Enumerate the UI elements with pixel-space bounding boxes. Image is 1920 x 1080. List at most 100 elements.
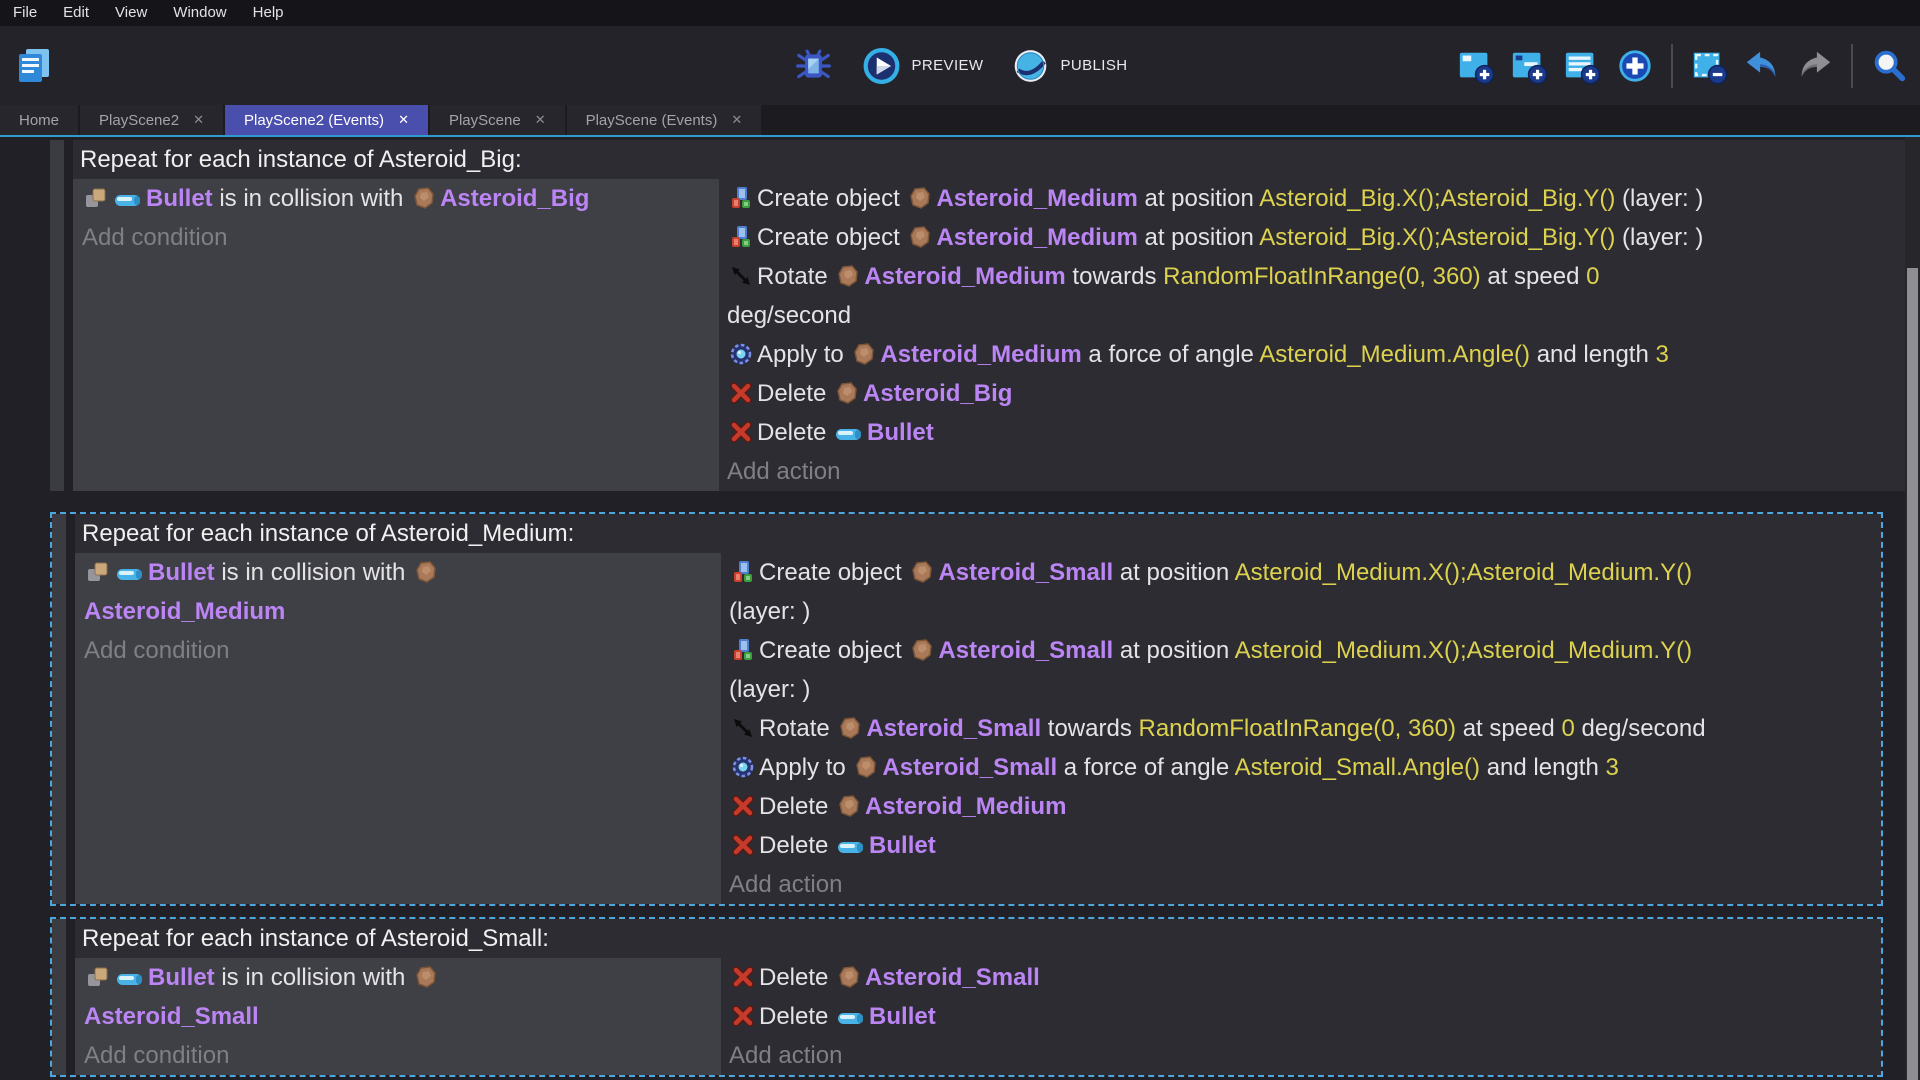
scrollbar-thumb[interactable] [1907, 268, 1918, 1080]
expression-value: Asteroid_Medium.X();Asteroid_Medium.Y() [1235, 559, 1693, 586]
main-toolbar: PREVIEW PUBLISH [0, 26, 1920, 105]
publish-label: PUBLISH [1060, 57, 1127, 74]
action-row[interactable]: (layer: ) [729, 592, 1881, 631]
add-action-button[interactable]: Add action [729, 865, 1881, 904]
asteroid-icon [910, 638, 934, 662]
preview-label: PREVIEW [912, 57, 984, 74]
publish-button[interactable]: PUBLISH [1009, 45, 1127, 87]
action-row[interactable]: Create object Asteroid_Medium at positio… [727, 179, 1905, 218]
add-action-button[interactable]: Add action [727, 452, 1905, 491]
menu-edit[interactable]: Edit [50, 0, 102, 26]
tab-close-icon[interactable]: ✕ [731, 112, 742, 128]
instruction-text: Create object [757, 224, 906, 251]
add-event-button[interactable] [1455, 45, 1497, 87]
add-condition-button[interactable]: Add condition [84, 1036, 721, 1075]
add-condition-button[interactable]: Add condition [84, 631, 721, 670]
bullet-icon [114, 192, 142, 208]
menu-file[interactable]: File [0, 0, 50, 26]
tab-label: PlayScene (Events) [586, 112, 718, 129]
object-name: Asteroid_Small [84, 1003, 259, 1030]
action-row[interactable]: Apply to Asteroid_Medium a force of angl… [727, 335, 1905, 374]
action-row[interactable]: Create object Asteroid_Small at position… [729, 631, 1881, 670]
debug-button[interactable] [793, 45, 835, 87]
action-row[interactable]: Apply to Asteroid_Small a force of angle… [729, 748, 1881, 787]
object-name: Asteroid_Big [440, 185, 589, 212]
tab-playscene2-events-[interactable]: PlayScene2 (Events)✕ [225, 105, 428, 135]
conditions-panel: Bullet is in collision with Asteroid_Sma… [75, 958, 721, 1075]
action-row[interactable]: Delete Bullet [727, 413, 1905, 452]
event-repeat-asteroid-medium[interactable]: Repeat for each instance of Asteroid_Med… [50, 512, 1883, 906]
tab-playscene2[interactable]: PlayScene2✕ [80, 105, 223, 135]
action-row[interactable]: deg/second [727, 296, 1905, 335]
delete-icon [731, 833, 755, 857]
asteroid-icon [837, 794, 861, 818]
add-subevent-button[interactable] [1508, 45, 1550, 87]
action-row[interactable]: (layer: ) [729, 670, 1881, 709]
condition-row[interactable]: Asteroid_Small [84, 997, 721, 1036]
event-toolbar-buttons [1455, 26, 1910, 105]
instruction-text: Create object [759, 559, 908, 586]
action-row[interactable]: Create object Asteroid_Small at position… [729, 553, 1881, 592]
preview-button[interactable]: PREVIEW [861, 45, 984, 87]
add-other-event-button[interactable] [1614, 45, 1656, 87]
event-repeat-asteroid-small[interactable]: Repeat for each instance of Asteroid_Sma… [50, 917, 1883, 1077]
tab-home[interactable]: Home [0, 105, 78, 135]
expression-value: Asteroid_Big.X();Asteroid_Big.Y() [1259, 224, 1615, 251]
tab-playscene-events-[interactable]: PlayScene (Events) ✕ [567, 105, 762, 135]
undo-button[interactable] [1741, 45, 1783, 87]
tab-close-icon[interactable]: ✕ [193, 112, 204, 128]
action-row[interactable]: Delete Asteroid_Small [729, 958, 1881, 997]
menu-window[interactable]: Window [160, 0, 239, 26]
action-row[interactable]: Delete Asteroid_Medium [729, 787, 1881, 826]
expression-value: RandomFloatInRange(0, 360) [1139, 715, 1457, 742]
event-drag-handle[interactable] [52, 514, 66, 904]
object-name: Asteroid_Small [882, 754, 1057, 781]
action-row[interactable]: Delete Bullet [729, 997, 1881, 1036]
vertical-scrollbar[interactable] [1905, 137, 1920, 1080]
menu-help[interactable]: Help [240, 0, 297, 26]
condition-row[interactable]: Bullet is in collision with [84, 553, 721, 592]
remove-selection-button[interactable] [1688, 45, 1730, 87]
add-action-button[interactable]: Add action [729, 1036, 1881, 1075]
tab-playscene[interactable]: PlayScene✕ [430, 105, 565, 135]
actions-panel: Delete Asteroid_SmallDelete BulletAdd ac… [721, 958, 1881, 1075]
search-button[interactable] [1868, 45, 1910, 87]
condition-row[interactable]: Bullet is in collision with [84, 958, 721, 997]
object-name: Asteroid_Medium [864, 263, 1065, 290]
force-icon [731, 755, 755, 779]
add-comment-button[interactable] [1561, 45, 1603, 87]
action-row[interactable]: Create object Asteroid_Medium at positio… [727, 218, 1905, 257]
instruction-text: Delete [757, 419, 833, 446]
redo-button[interactable] [1794, 45, 1836, 87]
action-row[interactable]: Delete Asteroid_Big [727, 374, 1905, 413]
tab-close-icon[interactable]: ✕ [398, 112, 409, 128]
bullet-icon [837, 839, 865, 855]
instruction-text: Create object [759, 637, 908, 664]
conditions-panel: Bullet is in collision with Asteroid_Big… [73, 179, 719, 491]
action-row[interactable]: Rotate Asteroid_Medium towards RandomFlo… [727, 257, 1905, 296]
action-row[interactable]: Delete Bullet [729, 826, 1881, 865]
add-condition-button[interactable]: Add condition [82, 218, 719, 257]
asteroid-icon [414, 965, 438, 989]
gdevelop-logo-icon[interactable] [14, 46, 54, 86]
instruction-text: Create object [757, 185, 906, 212]
asteroid-icon [414, 560, 438, 584]
event-block: Repeat for each instance of Asteroid_Med… [75, 514, 1881, 904]
tab-close-icon[interactable]: ✕ [535, 112, 546, 128]
object-name: Bullet [148, 964, 215, 991]
event-drag-handle[interactable] [50, 140, 64, 491]
event-repeat-asteroid-big[interactable]: Repeat for each instance of Asteroid_Big… [50, 140, 1905, 491]
menu-view[interactable]: View [102, 0, 160, 26]
create-object-icon [729, 186, 753, 210]
event-drag-handle[interactable] [52, 919, 66, 1075]
delete-icon [729, 420, 753, 444]
repeat-event-header[interactable]: Repeat for each instance of Asteroid_Med… [75, 514, 1881, 553]
instruction-text: at position [1113, 637, 1234, 664]
instruction-text: Delete [757, 380, 833, 407]
repeat-event-header[interactable]: Repeat for each instance of Asteroid_Big… [73, 140, 1905, 179]
condition-row[interactable]: Bullet is in collision with Asteroid_Big [82, 179, 719, 218]
action-row[interactable]: Rotate Asteroid_Small towards RandomFloa… [729, 709, 1881, 748]
condition-row[interactable]: Asteroid_Medium [84, 592, 721, 631]
instruction-text: is in collision with [213, 185, 410, 212]
repeat-event-header[interactable]: Repeat for each instance of Asteroid_Sma… [75, 919, 1881, 958]
